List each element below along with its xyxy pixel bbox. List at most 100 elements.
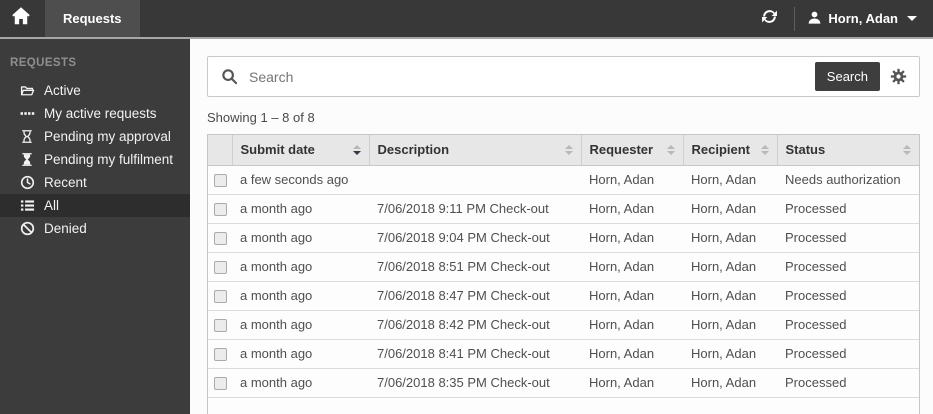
cell-description: 7/06/2018 8:35 PM Check-out xyxy=(369,368,581,398)
cell-description: 7/06/2018 8:47 PM Check-out xyxy=(369,281,581,311)
search-button[interactable]: Search xyxy=(814,62,880,91)
cell-recipient: Horn, Adan xyxy=(683,368,777,398)
cell-status: Processed xyxy=(777,223,919,253)
sidebar-item-label: My active requests xyxy=(44,106,157,121)
home-button[interactable] xyxy=(0,0,42,37)
cell-submit-date: a month ago xyxy=(232,194,369,224)
cell-description: 7/06/2018 9:04 PM Check-out xyxy=(369,223,581,253)
column-header-submit-date[interactable]: Submit date xyxy=(232,135,370,166)
user-name: Horn, Adan xyxy=(828,11,898,26)
sort-icon xyxy=(760,144,769,155)
column-label: Status xyxy=(785,142,826,158)
sidebar-item-pending-my-fulfilment[interactable]: Pending my fulfilment xyxy=(0,148,190,171)
column-header-description[interactable]: Description xyxy=(369,135,582,166)
cell-requester: Horn, Adan xyxy=(581,339,683,369)
column-header-status[interactable]: Status xyxy=(777,135,919,166)
cell-recipient: Horn, Adan xyxy=(683,194,777,224)
column-label: Submit date xyxy=(240,142,315,158)
clock-icon xyxy=(19,175,35,191)
sort-icon xyxy=(666,144,675,155)
row-checkbox[interactable] xyxy=(213,261,227,275)
folder-open-icon xyxy=(19,83,35,99)
table-row[interactable]: a month ago 7/06/2018 9:04 PM Check-out … xyxy=(208,223,919,253)
sidebar-item-pending-my-approval[interactable]: Pending my approval xyxy=(0,125,190,148)
refresh-button[interactable] xyxy=(757,8,782,30)
topbar-divider xyxy=(794,6,796,31)
table-body: a few seconds ago Horn, Adan Horn, Adan … xyxy=(208,165,919,398)
search-bar: Search xyxy=(207,56,920,97)
row-checkbox[interactable] xyxy=(213,319,227,333)
search-input[interactable] xyxy=(249,68,815,85)
requests-table-container: Submit date Description Requester Recipi… xyxy=(207,134,920,414)
cell-requester: Horn, Adan xyxy=(581,310,683,340)
cell-status: Processed xyxy=(777,194,919,224)
gear-icon xyxy=(890,68,907,85)
sidebar: REQUESTS Active My active requests Pendi… xyxy=(0,39,190,414)
cell-submit-date: a month ago xyxy=(232,339,369,369)
cell-status: Processed xyxy=(777,368,919,398)
row-checkbox[interactable] xyxy=(213,174,227,188)
row-checkbox[interactable] xyxy=(213,232,227,246)
topbar-right: Horn, Adan xyxy=(757,0,933,37)
row-checkbox[interactable] xyxy=(213,348,227,362)
cell-submit-date: a month ago xyxy=(232,252,369,282)
search-icon xyxy=(221,68,238,85)
row-checkbox[interactable] xyxy=(213,377,227,391)
hourglass-filled-icon xyxy=(19,152,35,168)
sidebar-item-my-active-requests[interactable]: My active requests xyxy=(0,102,190,125)
cell-status: Processed xyxy=(777,281,919,311)
row-checkbox[interactable] xyxy=(213,203,227,217)
cell-status: Processed xyxy=(777,310,919,340)
cell-status: Processed xyxy=(777,252,919,282)
hourglass-outline-icon xyxy=(19,129,35,145)
column-label: Description xyxy=(377,142,450,158)
home-icon xyxy=(11,6,31,31)
column-header-recipient[interactable]: Recipient xyxy=(683,135,778,166)
table-row[interactable]: a few seconds ago Horn, Adan Horn, Adan … xyxy=(208,165,919,195)
cell-description xyxy=(369,165,581,195)
sort-icon xyxy=(564,144,573,155)
column-label: Requester xyxy=(589,142,654,158)
sidebar-item-label: Pending my fulfilment xyxy=(44,152,174,167)
row-checkbox[interactable] xyxy=(213,290,227,304)
cell-description: 7/06/2018 8:51 PM Check-out xyxy=(369,252,581,282)
cell-requester: Horn, Adan xyxy=(581,223,683,253)
requests-table: Submit date Description Requester Recipi… xyxy=(208,135,919,398)
cell-description: 7/06/2018 8:41 PM Check-out xyxy=(369,339,581,369)
table-row[interactable]: a month ago 7/06/2018 8:51 PM Check-out … xyxy=(208,252,919,282)
ban-icon xyxy=(19,221,35,237)
cell-submit-date: a month ago xyxy=(232,368,369,398)
cell-requester: Horn, Adan xyxy=(581,194,683,224)
cell-recipient: Horn, Adan xyxy=(683,165,777,195)
table-row[interactable]: a month ago 7/06/2018 8:47 PM Check-out … xyxy=(208,281,919,311)
caret-down-icon xyxy=(907,16,917,21)
table-row[interactable]: a month ago 7/06/2018 8:35 PM Check-out … xyxy=(208,368,919,398)
table-row[interactable]: a month ago 7/06/2018 8:41 PM Check-out … xyxy=(208,339,919,369)
cell-description: 7/06/2018 9:11 PM Check-out xyxy=(369,194,581,224)
sidebar-header: REQUESTS xyxy=(10,57,77,69)
ellipsis-icon xyxy=(19,106,35,122)
tab-requests-label: Requests xyxy=(63,11,122,26)
cell-requester: Horn, Adan xyxy=(581,252,683,282)
sidebar-item-denied[interactable]: Denied xyxy=(0,217,190,240)
sidebar-item-label: All xyxy=(44,198,60,213)
sidebar-item-label: Recent xyxy=(44,175,87,190)
tab-requests[interactable]: Requests xyxy=(45,0,140,37)
cell-status: Needs authorization xyxy=(777,165,919,195)
table-header-row: Submit date Description Requester Recipi… xyxy=(208,135,919,166)
sidebar-item-active[interactable]: Active xyxy=(0,79,190,102)
table-row[interactable]: a month ago 7/06/2018 8:42 PM Check-out … xyxy=(208,310,919,340)
sort-icon xyxy=(352,144,361,155)
sidebar-item-recent[interactable]: Recent xyxy=(0,171,190,194)
sidebar-item-all[interactable]: All xyxy=(0,194,190,217)
table-row[interactable]: a month ago 7/06/2018 9:11 PM Check-out … xyxy=(208,194,919,224)
cell-requester: Horn, Adan xyxy=(581,368,683,398)
cell-submit-date: a month ago xyxy=(232,310,369,340)
column-header-requester[interactable]: Requester xyxy=(581,135,684,166)
sidebar-item-label: Pending my approval xyxy=(44,129,171,144)
settings-gear-button[interactable] xyxy=(890,68,907,85)
cell-recipient: Horn, Adan xyxy=(683,252,777,282)
column-label: Recipient xyxy=(691,142,751,158)
cell-submit-date: a month ago xyxy=(232,223,369,253)
user-menu[interactable]: Horn, Adan xyxy=(807,10,917,28)
